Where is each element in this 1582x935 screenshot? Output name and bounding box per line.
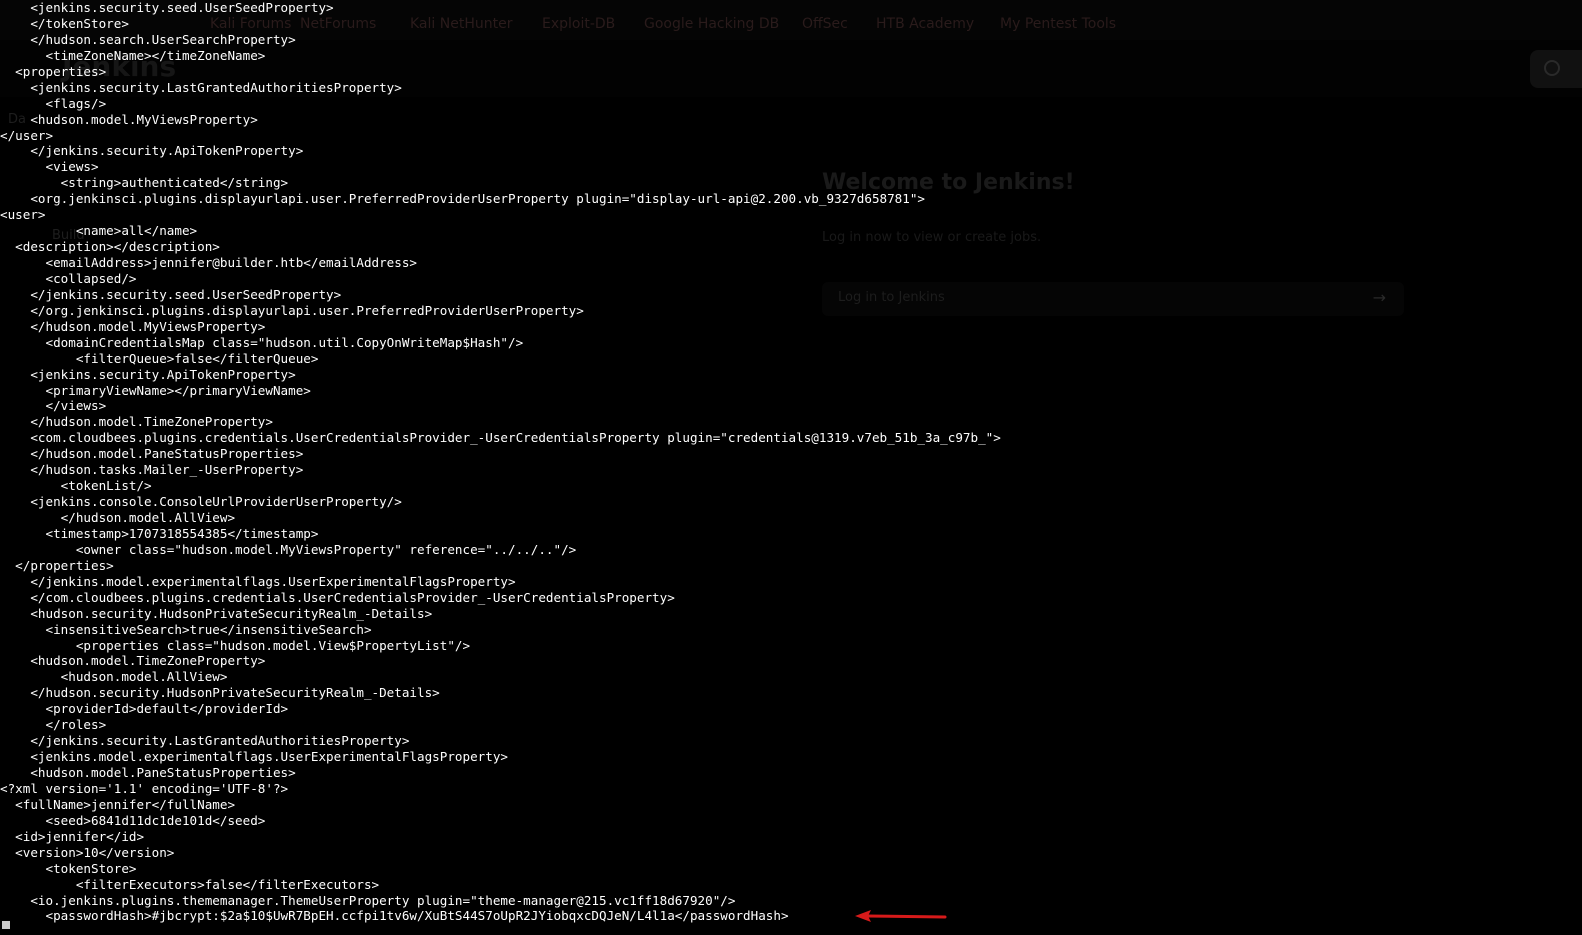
terminal-line: <jenkins.model.experimentalflags.UserExp… bbox=[0, 749, 508, 765]
terminal-line: </hudson.tasks.Mailer_-UserProperty> bbox=[0, 462, 304, 478]
terminal-line: <jenkins.console.ConsoleUrlProviderUserP… bbox=[0, 494, 402, 510]
terminal-line: <tokenStore> bbox=[0, 860, 137, 876]
terminal-line: <com.cloudbees.plugins.credentials.UserC… bbox=[0, 430, 1001, 446]
terminal-line: <flags/> bbox=[0, 95, 107, 111]
terminal-line: <org.jenkinsci.plugins.displayurlapi.use… bbox=[0, 191, 926, 207]
terminal-line: <hudson.model.PaneStatusProperties> bbox=[0, 765, 296, 780]
terminal-line: <jenkins.security.LastGrantedAuthorities… bbox=[0, 79, 402, 95]
terminal-line: </jenkins.security.LastGrantedAuthoritie… bbox=[0, 733, 410, 749]
terminal-line: </jenkins.security.ApiTokenProperty> bbox=[0, 143, 304, 159]
terminal-line: <insensitiveSearch>true</insensitiveSear… bbox=[0, 621, 372, 637]
terminal-line: <hudson.model.AllView> bbox=[0, 669, 228, 685]
terminal-line: <tokenList/> bbox=[0, 478, 152, 494]
terminal-line: </views> bbox=[0, 398, 107, 414]
terminal-line: <timestamp>1707318554385</timestamp> bbox=[0, 525, 319, 541]
terminal-line: <hudson.model.TimeZoneProperty> bbox=[0, 653, 266, 669]
terminal-line: <emailAddress>jennifer@builder.htb</emai… bbox=[0, 255, 418, 270]
terminal-line: <jenkins.security.seed.UserSeedProperty> bbox=[0, 0, 334, 15]
terminal-line: <collapsed/> bbox=[0, 270, 137, 286]
terminal-line: <owner class="hudson.model.MyViewsProper… bbox=[0, 541, 577, 557]
terminal-line: <string>authenticated</string> bbox=[0, 175, 289, 191]
terminal-line: <hudson.security.HudsonPrivateSecurityRe… bbox=[0, 605, 433, 621]
terminal-line: <version>10</version> bbox=[0, 844, 175, 860]
terminal-output[interactable]: <jenkins.security.seed.UserSeedProperty>… bbox=[0, 0, 1582, 935]
terminal-line: </hudson.model.TimeZoneProperty> bbox=[0, 414, 273, 430]
terminal-line: <io.jenkins.plugins.thememanager.ThemeUs… bbox=[0, 892, 736, 908]
terminal-line: <filterExecutors>false</filterExecutors> bbox=[0, 876, 380, 892]
terminal-line: <properties class="hudson.model.View$Pro… bbox=[0, 637, 471, 653]
terminal-line: </tokenStore> bbox=[0, 15, 129, 31]
terminal-line: </org.jenkinsci.plugins.displayurlapi.us… bbox=[0, 302, 584, 318]
red-arrow-icon bbox=[855, 910, 947, 922]
terminal-line: </hudson.security.HudsonPrivateSecurityR… bbox=[0, 685, 440, 701]
terminal-line: </roles> bbox=[0, 717, 107, 733]
terminal-cursor bbox=[2, 921, 10, 929]
terminal-line: <passwordHash>#jbcrypt:$2a$10$UwR7BpEH.c… bbox=[0, 908, 789, 924]
terminal-line: </properties> bbox=[0, 557, 114, 573]
terminal-line: <hudson.model.MyViewsProperty> bbox=[0, 111, 258, 127]
terminal-line: <filterQueue>false</filterQueue> bbox=[0, 350, 319, 366]
terminal-line: <providerId>default</providerId> bbox=[0, 701, 289, 717]
screen: Kali Forums NetForums Kali NetHunter Exp… bbox=[0, 0, 1582, 935]
terminal-line: <fullName>jennifer</fullName> bbox=[0, 796, 236, 812]
terminal-line: <name>all</name> bbox=[0, 223, 198, 239]
terminal-line: </hudson.model.AllView> bbox=[0, 510, 236, 525]
terminal-line: <?xml version='1.1' encoding='UTF-8'?> bbox=[0, 780, 289, 796]
terminal-line: </jenkins.model.experimentalflags.UserEx… bbox=[0, 573, 516, 589]
terminal-line: <id>jennifer</id> bbox=[0, 828, 145, 844]
terminal-line: </hudson.model.PaneStatusProperties> bbox=[0, 446, 304, 462]
terminal-line: <properties> bbox=[0, 63, 107, 79]
terminal-line: <user> bbox=[0, 207, 46, 223]
terminal-line: <jenkins.security.ApiTokenProperty> bbox=[0, 366, 296, 382]
terminal-line: </hudson.model.MyViewsProperty> bbox=[0, 318, 266, 334]
terminal-line: <domainCredentialsMap class="hudson.util… bbox=[0, 334, 524, 350]
terminal-line: <primaryViewName></primaryViewName> bbox=[0, 382, 311, 398]
terminal-line: </hudson.search.UserSearchProperty> bbox=[0, 31, 296, 47]
terminal-line: <timeZoneName></timeZoneName> bbox=[0, 47, 266, 63]
terminal-line: </user> bbox=[0, 127, 54, 143]
terminal-line: <description></description> bbox=[0, 239, 220, 255]
terminal-line: </com.cloudbees.plugins.credentials.User… bbox=[0, 589, 675, 605]
terminal-line: <views> bbox=[0, 159, 99, 175]
terminal-line: </jenkins.security.seed.UserSeedProperty… bbox=[0, 286, 342, 302]
terminal-line: <seed>6841d11dc1de101d</seed> bbox=[0, 812, 266, 828]
